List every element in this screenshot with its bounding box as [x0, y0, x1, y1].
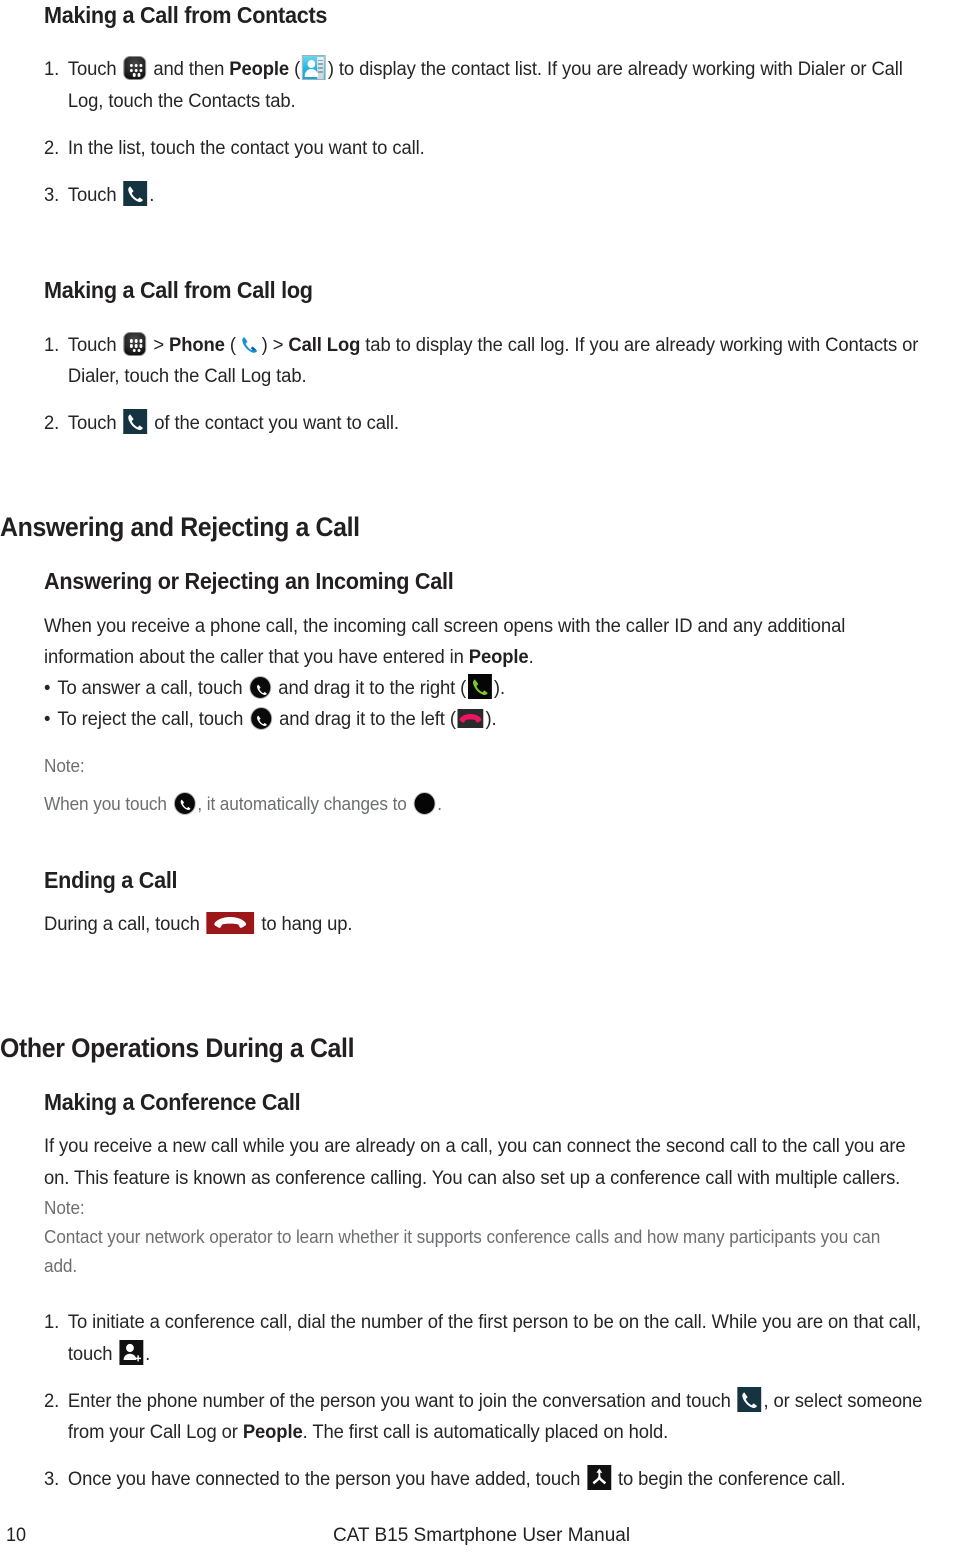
heading-conference-call: Making a Conference Call	[44, 1089, 301, 1115]
list-item: 2. Enter the phone number of the person …	[44, 1386, 923, 1449]
list-text: Touch of the contact you want to call.	[68, 409, 399, 435]
document-title: CAT B15 Smartphone User Manual	[332, 1525, 631, 1546]
bold-call-log: Call Log	[288, 334, 361, 356]
heading-making-call-contacts: Making a Call from Contacts	[44, 2, 328, 28]
app-drawer-icon[interactable]	[123, 331, 147, 356]
heading-answering-incoming: Answering or Rejecting an Incoming Call	[44, 568, 454, 595]
note-label: Note:	[44, 1197, 85, 1218]
bullet-text: To answer a call, touch and drag it to t…	[57, 674, 505, 700]
list-number: 1.	[44, 334, 60, 356]
manual-page: Making a Call from Contacts 1. Touch and…	[0, 0, 963, 1567]
list-text: Touch > Phone () > Call Log tab to displ…	[68, 331, 918, 387]
answering-paragraph: When you receive a phone call, the incom…	[44, 615, 846, 668]
list-text: To initiate a conference call, dial the …	[67, 1312, 921, 1365]
bullet-text: To reject the call, touch and drag it to…	[57, 707, 497, 731]
add-person-icon[interactable]	[119, 1339, 144, 1365]
list-number: 1.	[44, 59, 60, 81]
bullet-dot: •	[44, 678, 51, 700]
note-label: Note:	[44, 755, 85, 776]
answer-circle-icon[interactable]	[173, 791, 196, 815]
list-item: 1. Touch > Phone () > Call Log tab to di…	[44, 330, 927, 393]
list-text: Touch and then People () to display the …	[68, 55, 903, 112]
heading-other-operations: Other Operations During a Call	[0, 1032, 355, 1063]
call-dark-icon[interactable]	[123, 181, 148, 207]
bullet-reject-call: • To reject the call, touch and drag it …	[44, 704, 922, 735]
call-dark-icon[interactable]	[123, 409, 148, 435]
list-number: 3.	[44, 1469, 60, 1491]
list-text: Touch .	[68, 181, 154, 207]
bold-people: People	[242, 1422, 303, 1444]
answer-green-icon[interactable]	[468, 674, 492, 700]
call-dark-icon[interactable]	[737, 1386, 762, 1412]
note-text: When you touch , it automatically change…	[44, 791, 442, 815]
page-footer: 10 CAT B15 Smartphone User Manual	[0, 1525, 963, 1555]
heading-making-call-call-log: Making a Call from Call log	[44, 277, 313, 304]
list-item: 2. Touch of the contact you want to call…	[44, 408, 922, 439]
list-item: 2. In the list, touch the contact you wa…	[44, 133, 922, 164]
black-circle-icon[interactable]	[413, 791, 436, 815]
heading-ending-call: Ending a Call	[44, 866, 178, 893]
bullet-dot: •	[44, 709, 51, 731]
list-item: 3. Once you have connected to the person…	[44, 1464, 923, 1495]
people-app-icon[interactable]	[302, 55, 326, 81]
list-number: 3.	[44, 185, 60, 207]
bold-phone: Phone	[169, 334, 225, 356]
list-item: 3. Touch .	[44, 180, 922, 211]
note-text: Contact your network operator to learn w…	[44, 1227, 881, 1277]
bold-people: People	[468, 646, 529, 668]
heading-answering-rejecting: Answering and Rejecting a Call	[0, 511, 360, 542]
list-text: Once you have connected to the person yo…	[68, 1465, 846, 1491]
merge-call-icon[interactable]	[587, 1465, 612, 1491]
list-number: 1.	[44, 1312, 60, 1334]
reject-pink-icon[interactable]	[457, 709, 484, 729]
phone-blue-icon[interactable]	[238, 333, 260, 356]
bullet-answer-call: • To answer a call, touch and drag it to…	[44, 673, 922, 704]
answer-circle-icon[interactable]	[249, 676, 272, 700]
list-item: 1. To initiate a conference call, dial t…	[44, 1307, 923, 1370]
ending-call-paragraph: During a call, touch to hang up.	[44, 912, 353, 936]
list-number: 2.	[44, 137, 60, 159]
list-item: 1. Touch and then People () to display t…	[44, 54, 927, 117]
app-drawer-icon[interactable]	[123, 56, 147, 81]
list-number: 2.	[44, 1390, 60, 1412]
answer-circle-icon[interactable]	[250, 707, 273, 731]
list-number: 2.	[44, 413, 60, 435]
hangup-red-icon[interactable]	[206, 912, 255, 935]
list-text: Enter the phone number of the person you…	[68, 1386, 922, 1444]
list-text: In the list, touch the contact you want …	[67, 137, 425, 159]
bold-people: People	[229, 59, 290, 81]
conference-paragraph: If you receive a new call while you are …	[44, 1136, 906, 1189]
